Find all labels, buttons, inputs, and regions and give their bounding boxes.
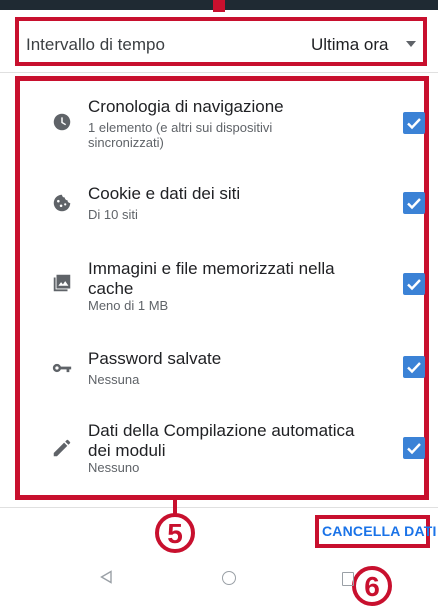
- item-title: Immagini e file memorizzati nella cache: [88, 259, 335, 298]
- pencil-icon: [53, 439, 71, 457]
- back-icon[interactable]: [99, 570, 113, 584]
- recents-icon[interactable]: [342, 572, 354, 586]
- item-title: Dati della Compilazione automatica dei m…: [88, 421, 355, 460]
- item-title: Cookie e dati dei siti: [88, 184, 241, 203]
- history-icon: [53, 113, 71, 131]
- annotation-connector: [173, 500, 177, 514]
- time-range-select[interactable]: Ultima ora: [311, 35, 388, 55]
- annotation-badge-6: 6: [352, 566, 392, 606]
- image-icon: [53, 274, 71, 292]
- item-subtitle: Nessuna: [88, 372, 140, 387]
- item-title: Password salvate: [88, 349, 222, 368]
- item-subtitle: 1 elemento (e altri sui dispositivi sinc…: [88, 120, 273, 150]
- checkbox-browsing-history[interactable]: [403, 112, 425, 134]
- cookie-icon: [53, 194, 71, 212]
- time-range-label: Intervallo di tempo: [26, 35, 165, 54]
- checkbox-cookies[interactable]: [403, 192, 425, 214]
- chevron-down-icon[interactable]: [406, 41, 416, 47]
- item-subtitle: Di 10 siti: [88, 207, 138, 222]
- annotation-pointer: [213, 0, 225, 12]
- clear-data-button[interactable]: CANCELLA DATI: [322, 523, 437, 539]
- item-subtitle: Meno di 1 MB: [88, 298, 169, 313]
- key-icon: [52, 363, 72, 373]
- item-title: Cronologia di navigazione: [88, 97, 284, 116]
- annotation-badge-5: 5: [155, 513, 195, 553]
- checkbox-cache[interactable]: [403, 273, 425, 295]
- divider: [0, 507, 438, 508]
- item-subtitle: Nessuno: [88, 460, 140, 475]
- checkbox-passwords[interactable]: [403, 356, 425, 378]
- checkbox-autofill[interactable]: [403, 437, 425, 459]
- home-icon[interactable]: [222, 571, 236, 585]
- divider: [0, 72, 438, 73]
